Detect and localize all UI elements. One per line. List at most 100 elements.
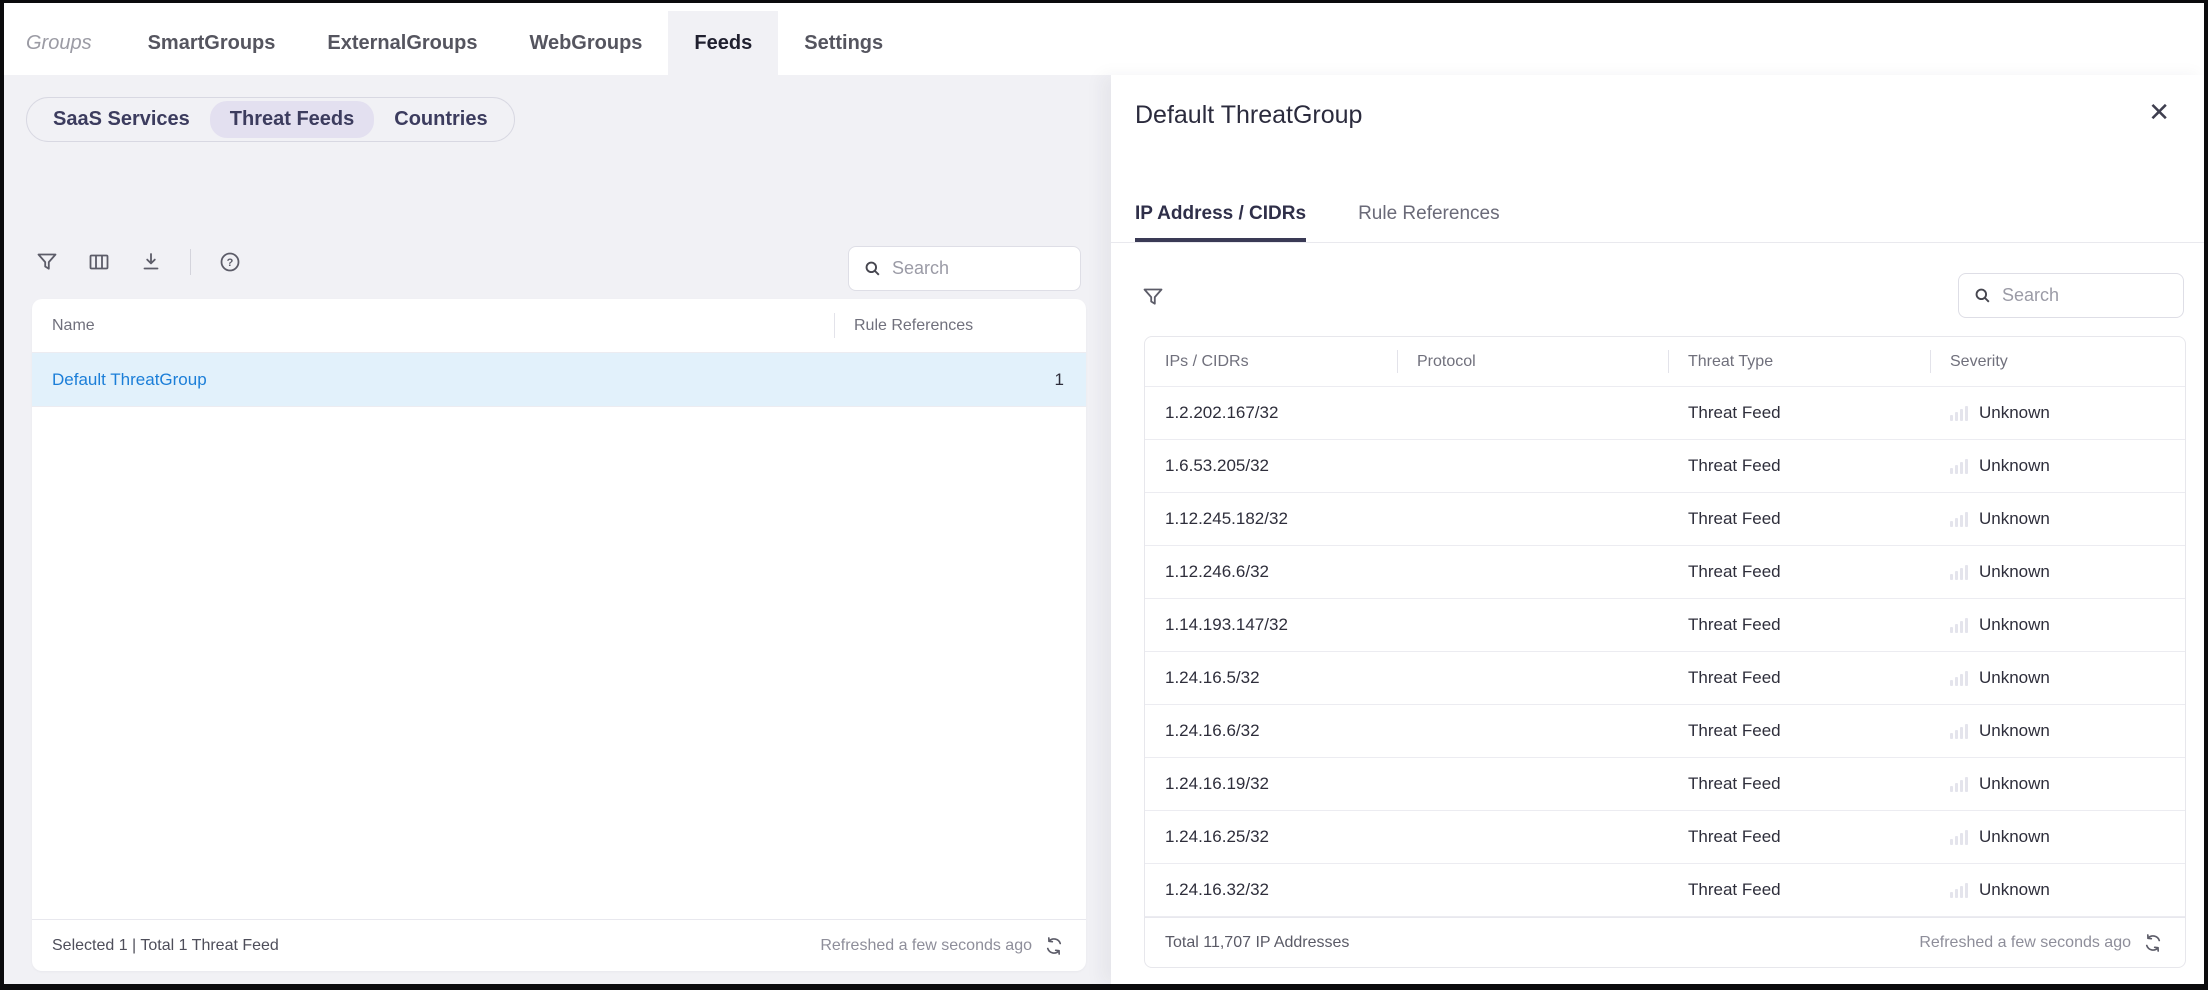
close-icon[interactable]: ✕ [2148,99,2170,125]
table-footer: Total 11,707 IP Addresses Refreshed a fe… [1145,917,2185,967]
total-count: Total 11,707 IP Addresses [1165,934,1349,952]
panel-title: Default ThreatGroup [1135,101,1362,130]
column-header-rule-references[interactable]: Rule References [834,299,1086,352]
table-row[interactable]: 1.2.202.167/32 Threat Feed Unknown [1145,387,2185,440]
threat-type-cell: Threat Feed [1668,509,1930,529]
table-row[interactable]: 1.24.16.25/32 Threat Feed Unknown [1145,811,2185,864]
threat-type-cell: Threat Feed [1668,774,1930,794]
table-row[interactable]: 1.24.16.32/32 Threat Feed Unknown [1145,864,2185,917]
svg-text:?: ? [227,257,234,269]
signal-bars-icon [1950,617,1968,633]
severity-cell: Unknown [1930,880,2185,900]
table-row[interactable]: 1.24.16.6/32 Threat Feed Unknown [1145,705,2185,758]
column-header-ips-cidrs[interactable]: IPs / CIDRs [1145,337,1397,386]
toolbar-divider [190,249,191,275]
nav-tab-feeds[interactable]: Feeds [668,11,778,75]
tab-rule-references[interactable]: Rule References [1358,203,1500,242]
ip-cell: 1.2.202.167/32 [1145,403,1397,423]
severity-cell: Unknown [1930,456,2185,476]
columns-icon[interactable] [86,249,112,275]
signal-bars-icon [1950,670,1968,686]
column-header-threat-type[interactable]: Threat Type [1668,337,1930,386]
table-row[interactable]: 1.6.53.205/32 Threat Feed Unknown [1145,440,2185,493]
signal-bars-icon [1950,564,1968,580]
selection-summary: Selected 1 | Total 1 Threat Feed [52,937,279,955]
feeds-list-pane: SaaS Services Threat Feeds Countries ? [4,75,1111,984]
threat-type-cell: Threat Feed [1668,562,1930,582]
ip-cidr-table: IPs / CIDRs Protocol Threat Type Severit… [1144,336,2186,968]
feeds-search[interactable] [848,246,1081,291]
signal-bars-icon [1950,882,1968,898]
threatgroup-detail-panel: Default ThreatGroup ✕ IP Address / CIDRs… [1111,75,2208,984]
threat-type-cell: Threat Feed [1668,403,1930,423]
search-input[interactable] [892,258,1066,279]
ip-cell: 1.12.245.182/32 [1145,509,1397,529]
top-nav: Groups SmartGroups ExternalGroups WebGro… [4,3,2204,75]
table-row[interactable]: Default ThreatGroup 1 [32,353,1086,407]
app-window: Groups SmartGroups ExternalGroups WebGro… [0,0,2208,990]
signal-bars-icon [1950,511,1968,527]
nav-label-groups: Groups [26,11,122,75]
ip-search[interactable] [1958,273,2184,318]
threat-type-cell: Threat Feed [1668,456,1930,476]
severity-cell: Unknown [1930,562,2185,582]
nav-tab-smartgroups[interactable]: SmartGroups [122,11,302,75]
ip-cell: 1.24.16.19/32 [1145,774,1397,794]
signal-bars-icon [1950,458,1968,474]
severity-cell: Unknown [1930,774,2185,794]
table-row[interactable]: 1.24.16.5/32 Threat Feed Unknown [1145,652,2185,705]
table-header-row: Name Rule References [32,299,1086,353]
nav-tab-settings[interactable]: Settings [778,11,909,75]
signal-bars-icon [1950,723,1968,739]
nav-tab-externalgroups[interactable]: ExternalGroups [301,11,503,75]
signal-bars-icon [1950,776,1968,792]
threat-type-cell: Threat Feed [1668,668,1930,688]
ip-cell: 1.24.16.32/32 [1145,880,1397,900]
feed-name-link[interactable]: Default ThreatGroup [32,370,834,390]
table-row[interactable]: 1.14.193.147/32 Threat Feed Unknown [1145,599,2185,652]
table-row[interactable]: 1.12.245.182/32 Threat Feed Unknown [1145,493,2185,546]
ip-cell: 1.24.16.5/32 [1145,668,1397,688]
refreshed-status: Refreshed a few seconds ago [1919,934,2131,952]
tab-ip-address-cidrs[interactable]: IP Address / CIDRs [1135,203,1306,242]
help-icon[interactable]: ? [217,249,243,275]
segment-saas-services[interactable]: SaaS Services [33,101,210,138]
table-row[interactable]: 1.12.246.6/32 Threat Feed Unknown [1145,546,2185,599]
severity-cell: Unknown [1930,509,2185,529]
threat-feeds-table: Name Rule References Default ThreatGroup… [32,299,1086,971]
threat-type-cell: Threat Feed [1668,880,1930,900]
search-input[interactable] [2002,285,2169,306]
ip-cell: 1.24.16.6/32 [1145,721,1397,741]
threat-type-cell: Threat Feed [1668,615,1930,635]
segment-threat-feeds[interactable]: Threat Feeds [210,101,374,138]
severity-cell: Unknown [1930,668,2185,688]
table-row[interactable]: 1.24.16.19/32 Threat Feed Unknown [1145,758,2185,811]
table-footer: Selected 1 | Total 1 Threat Feed Refresh… [32,919,1086,971]
column-header-protocol[interactable]: Protocol [1397,337,1668,386]
table-empty-space [32,407,1086,919]
nav-tab-webgroups[interactable]: WebGroups [503,11,668,75]
filter-icon[interactable] [1141,285,1167,311]
column-header-name[interactable]: Name [32,299,834,352]
feed-type-segmented-control: SaaS Services Threat Feeds Countries [26,97,515,142]
threat-type-cell: Threat Feed [1668,827,1930,847]
severity-cell: Unknown [1930,403,2185,423]
ip-cell: 1.24.16.25/32 [1145,827,1397,847]
rule-references-count: 1 [834,370,1086,390]
ip-cell: 1.14.193.147/32 [1145,615,1397,635]
signal-bars-icon [1950,829,1968,845]
download-icon[interactable] [138,249,164,275]
ip-cell: 1.6.53.205/32 [1145,456,1397,476]
refresh-icon[interactable] [2143,932,2165,954]
table-header-row: IPs / CIDRs Protocol Threat Type Severit… [1145,337,2185,387]
segment-countries[interactable]: Countries [374,101,507,138]
filter-icon[interactable] [34,249,60,275]
column-header-severity[interactable]: Severity [1930,337,2185,386]
signal-bars-icon [1950,405,1968,421]
search-icon [863,259,882,278]
severity-cell: Unknown [1930,615,2185,635]
severity-cell: Unknown [1930,721,2185,741]
threat-type-cell: Threat Feed [1668,721,1930,741]
refresh-icon[interactable] [1044,935,1066,957]
search-icon [1973,286,1992,305]
